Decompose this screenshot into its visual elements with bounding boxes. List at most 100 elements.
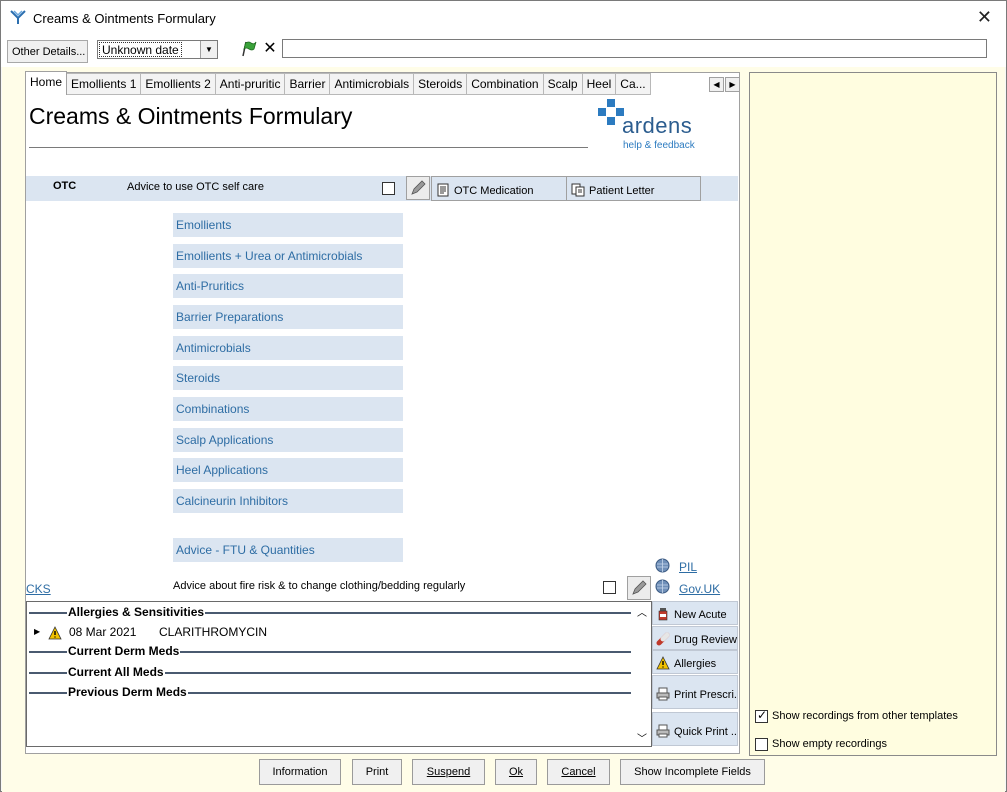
suspend-label: Suspend <box>426 766 471 778</box>
drug-review-button[interactable]: Drug Review <box>652 626 738 650</box>
print-prescription-button[interactable]: Print Prescri... <box>652 675 738 709</box>
warning-icon <box>656 656 670 670</box>
allergies-button[interactable]: Allergies <box>652 650 738 674</box>
otc-medication-button[interactable]: OTC Medication <box>431 176 567 201</box>
fire-advice-edit-button[interactable] <box>627 576 651 600</box>
patient-letter-button[interactable]: Patient Letter <box>566 176 701 201</box>
tab-calcineurin[interactable]: Ca... <box>616 73 651 95</box>
allergies-section-header: Allergies & Sensitivities <box>27 605 631 619</box>
nav-steroids-button[interactable]: Steroids <box>173 366 403 390</box>
tab-combination[interactable]: Combination <box>467 73 544 95</box>
tab-anti-pruritic[interactable]: Anti-pruritic <box>215 73 286 95</box>
current-all-meds-title: Current All Meds <box>67 665 165 679</box>
nav-calcineurin-button[interactable]: Calcineurin Inhibitors <box>173 489 403 513</box>
scroll-down-icon[interactable]: ﹀ <box>637 730 647 745</box>
suspend-button[interactable]: Suspend <box>412 759 485 785</box>
fire-advice-checkbox[interactable] <box>603 581 616 594</box>
tab-steroids[interactable]: Steroids <box>414 73 468 95</box>
nav-emollients-urea-button[interactable]: Emollients + Urea or Antimicrobials <box>173 244 403 268</box>
toolbar: Other Details... Unknown date ▼ ✕ <box>1 35 1006 67</box>
quick-print-button[interactable]: Quick Print ... <box>652 712 738 746</box>
close-icon[interactable]: ✕ <box>977 7 992 27</box>
chevron-down-icon[interactable]: ▼ <box>200 41 217 58</box>
recordings-panel: ✓ Show recordings from other templates S… <box>749 72 997 756</box>
free-text-input[interactable] <box>282 39 987 58</box>
logo-wordmark: ardens <box>622 113 693 138</box>
pil-link[interactable]: PIL <box>679 560 697 574</box>
allergy-name: CLARITHROMYCIN <box>159 625 268 639</box>
current-derm-meds-title: Current Derm Meds <box>67 644 181 658</box>
new-acute-button[interactable]: New Acute <box>652 601 738 625</box>
tab-scalp[interactable]: Scalp <box>543 73 583 95</box>
document-icon <box>437 183 449 197</box>
expand-arrow-icon[interactable]: ▶ <box>34 627 40 636</box>
clear-icon[interactable]: ✕ <box>261 39 279 59</box>
ardens-logo[interactable]: ardens help & feedback <box>598 99 708 155</box>
allergy-warning-icon <box>48 626 62 640</box>
date-dropdown[interactable]: Unknown date ▼ <box>97 40 218 59</box>
help-feedback-link[interactable]: help & feedback <box>623 140 695 151</box>
other-details-button[interactable]: Other Details... <box>7 40 88 63</box>
date-value: Unknown date <box>99 42 182 57</box>
nav-anti-pruritics-button[interactable]: Anti-Pruritics <box>173 274 403 298</box>
advice-ftu-button[interactable]: Advice - FTU & Quantities <box>173 538 403 562</box>
ardens-cross-icon <box>598 99 624 125</box>
cks-link[interactable]: CKS <box>26 582 51 596</box>
ok-button[interactable]: Ok <box>495 759 537 785</box>
print-button[interactable]: Print <box>352 759 402 785</box>
ok-label: Ok <box>508 766 524 778</box>
meds-scrollbar[interactable]: ︿ ﹀ <box>633 602 651 746</box>
govuk-link[interactable]: Gov.UK <box>679 582 720 596</box>
medication-history-panel: Allergies & Sensitivities ▶ 08 Mar 2021 … <box>26 601 652 747</box>
checkmark-icon: ✓ <box>757 708 768 722</box>
dialog-button-bar: Information Print Suspend Ok Cancel Show… <box>25 754 765 792</box>
allergy-row[interactable]: ▶ 08 Mar 2021 CLARITHROMYCIN <box>27 625 627 641</box>
title-divider <box>29 147 588 148</box>
app-logo-icon <box>10 10 26 24</box>
allergy-date: 08 Mar 2021 <box>69 625 137 639</box>
otc-advice-checkbox[interactable] <box>382 182 395 195</box>
pencil-icon <box>411 180 426 195</box>
nav-emollients-button[interactable]: Emollients <box>173 213 403 237</box>
cancel-button[interactable]: Cancel <box>547 759 610 785</box>
otc-edit-button[interactable] <box>406 176 430 200</box>
globe-icon <box>655 558 670 573</box>
patient-letter-label: Patient Letter <box>589 185 655 197</box>
tab-emollients-1[interactable]: Emollients 1 <box>67 73 142 95</box>
tab-scroll-left-icon[interactable]: ◀ <box>709 77 724 92</box>
tab-emollients-2[interactable]: Emollients 2 <box>141 73 216 95</box>
tab-heel[interactable]: Heel <box>582 73 617 95</box>
otc-advice-label: Advice to use OTC self care <box>127 181 264 193</box>
current-all-meds-header: Current All Meds <box>27 665 631 679</box>
tab-home[interactable]: Home <box>25 71 68 95</box>
nav-scalp-button[interactable]: Scalp Applications <box>173 428 403 452</box>
tab-barrier[interactable]: Barrier <box>285 73 331 95</box>
nav-antimicrobials-button[interactable]: Antimicrobials <box>173 336 403 360</box>
flag-icon[interactable] <box>239 39 259 59</box>
information-button[interactable]: Information <box>259 759 341 785</box>
tab-scroll-right-icon[interactable]: ▶ <box>725 77 740 92</box>
otc-row: OTC Advice to use OTC self care OTC Medi… <box>26 176 738 201</box>
quick-print-label: Quick Print ... <box>674 726 738 738</box>
cancel-label: Cancel <box>561 766 596 778</box>
title-bar: Creams & Ointments Formulary ✕ <box>1 1 1006 35</box>
nav-combinations-button[interactable]: Combinations <box>173 397 403 421</box>
globe-icon <box>655 579 670 594</box>
letter-icon <box>571 183 585 197</box>
show-incomplete-fields-button[interactable]: Show Incomplete Fields <box>620 759 765 785</box>
pencil-icon <box>632 580 647 595</box>
fire-advice-label: Advice about fire risk & to change cloth… <box>173 580 466 592</box>
allergies-section-title: Allergies & Sensitivities <box>67 605 206 619</box>
nav-barrier-button[interactable]: Barrier Preparations <box>173 305 403 329</box>
drug-review-label: Drug Review <box>674 634 737 646</box>
nav-heel-button[interactable]: Heel Applications <box>173 458 403 482</box>
window-title: Creams & Ointments Formulary <box>33 11 216 26</box>
tab-antimicrobials[interactable]: Antimicrobials <box>330 73 415 95</box>
scroll-up-icon[interactable]: ︿ <box>637 604 647 619</box>
printer-icon <box>656 724 670 738</box>
show-other-templates-checkbox[interactable]: ✓ <box>755 708 768 723</box>
show-empty-checkbox[interactable] <box>755 738 768 751</box>
otc-medication-label: OTC Medication <box>454 185 534 197</box>
page-title: Creams & Ointments Formulary <box>29 103 353 129</box>
previous-derm-meds-header: Previous Derm Meds <box>27 685 631 699</box>
